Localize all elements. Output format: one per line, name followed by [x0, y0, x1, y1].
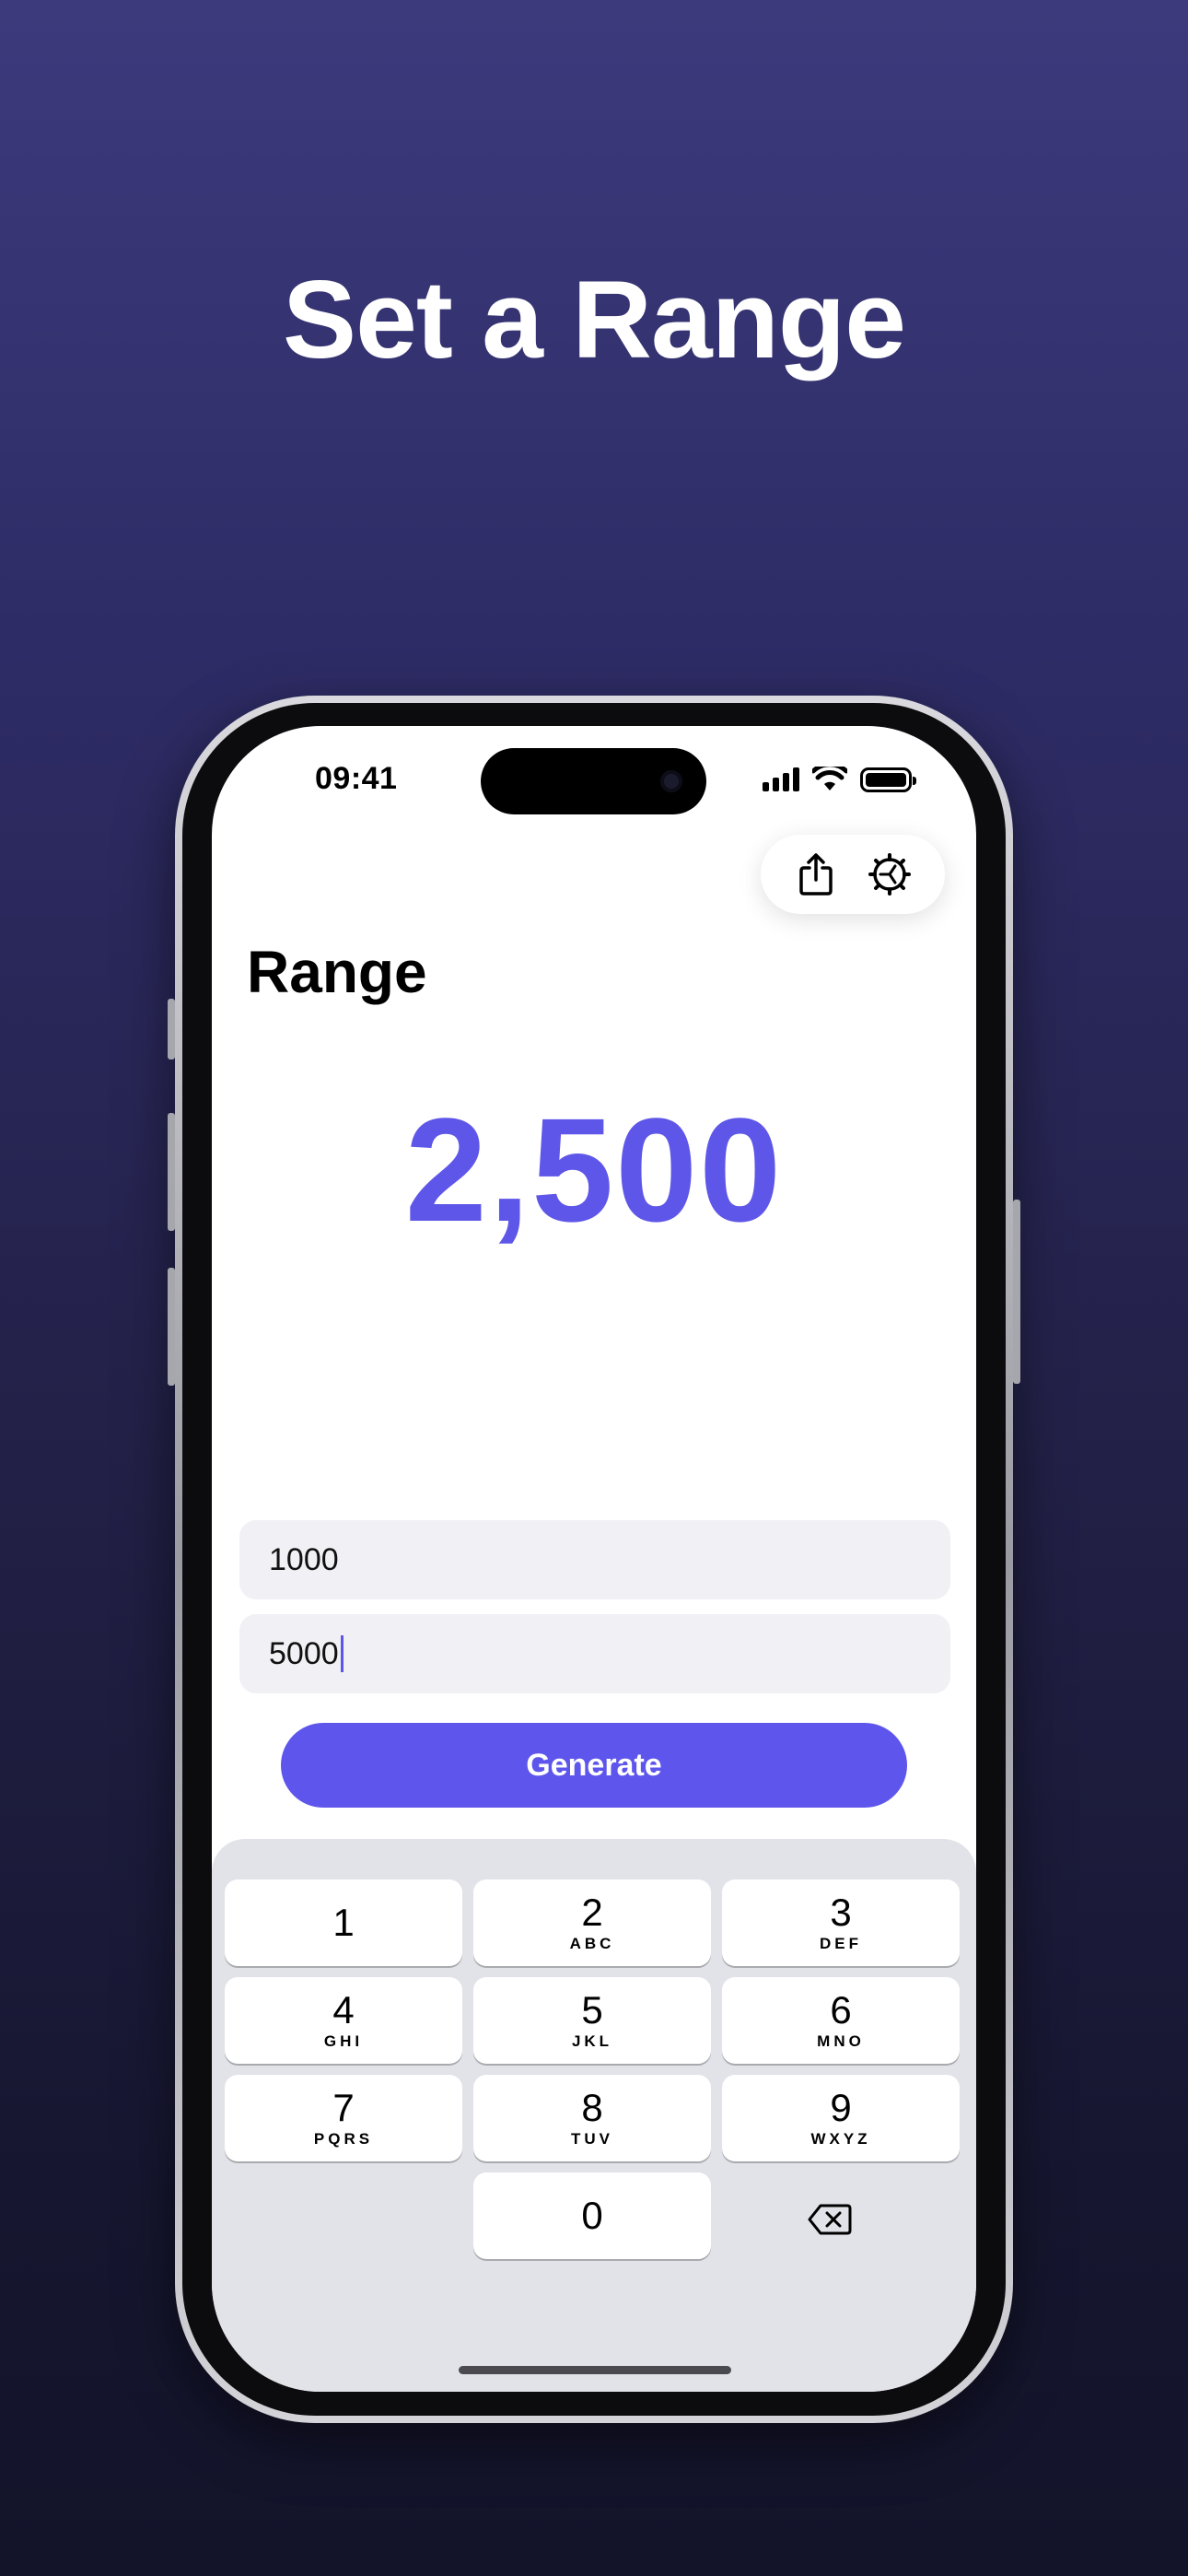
key-digit: 0: [581, 2194, 603, 2237]
key-3[interactable]: 3 DEF: [722, 1879, 960, 1966]
status-icons: [763, 767, 916, 792]
delete-key[interactable]: [779, 2176, 880, 2263]
home-indicator: [459, 2366, 731, 2374]
settings-button[interactable]: [864, 849, 915, 900]
max-value-field[interactable]: 5000: [239, 1614, 950, 1693]
generated-number: 2,500: [404, 1087, 784, 1252]
min-value-field[interactable]: 1000: [239, 1520, 950, 1599]
key-digit: 3: [830, 1891, 852, 1934]
key-digit: 9: [830, 2086, 852, 2129]
power-button: [1013, 1200, 1020, 1384]
page-title: Range: [247, 939, 427, 1005]
key-0[interactable]: 0: [473, 2172, 711, 2259]
key-2[interactable]: 2 ABC: [473, 1879, 711, 1966]
key-letters: MNO: [817, 2032, 865, 2050]
key-digit: 5: [581, 1988, 603, 2032]
backspace-icon: [808, 2204, 852, 2235]
key-digit: 4: [332, 1988, 355, 2032]
min-value-text: 1000: [269, 1541, 339, 1577]
status-time: 09:41: [315, 761, 398, 796]
wifi-icon: [812, 767, 847, 790]
key-letters: ABC: [569, 1935, 615, 1952]
share-icon: [799, 853, 833, 896]
share-button[interactable]: [790, 849, 842, 900]
headline: Set a Range: [283, 258, 906, 381]
phone-screen: 09:41 Range 2,500 1000 5000 Generate 1 2…: [212, 726, 976, 2392]
dynamic-island: [481, 748, 706, 814]
key-letters: WXYZ: [810, 2130, 871, 2148]
key-letters: PQRS: [313, 2130, 374, 2148]
key-9[interactable]: 9 WXYZ: [722, 2075, 960, 2161]
key-digit: 6: [830, 1988, 852, 2032]
key-4[interactable]: 4 GHI: [225, 1977, 462, 2064]
key-7[interactable]: 7 PQRS: [225, 2075, 462, 2161]
key-8[interactable]: 8 TUV: [473, 2075, 711, 2161]
key-digit: 2: [581, 1891, 603, 1934]
toolbar: [761, 835, 945, 914]
key-5[interactable]: 5 JKL: [473, 1977, 711, 2064]
key-letters: GHI: [323, 2032, 364, 2050]
numeric-keypad: 1 2 ABC 3 DEF 4 GHI 5 JKL 6 MNO 7 PQRS 8…: [212, 1839, 976, 2392]
action-button: [168, 999, 175, 1060]
generate-button-label: Generate: [526, 1747, 662, 1783]
max-value-text: 5000: [269, 1635, 339, 1671]
key-digit: 1: [332, 1901, 355, 1944]
volume-up-button: [168, 1113, 175, 1231]
volume-down-button: [168, 1268, 175, 1386]
battery-icon: [860, 767, 916, 792]
text-cursor: [340, 1635, 344, 1672]
key-letters: JKL: [571, 2032, 613, 2050]
key-digit: 7: [332, 2086, 355, 2129]
cellular-signal-icon: [763, 767, 799, 791]
key-letters: TUV: [571, 2130, 613, 2148]
key-1[interactable]: 1: [225, 1879, 462, 1966]
gear-icon: [868, 853, 911, 896]
key-letters: DEF: [820, 1935, 862, 1952]
key-digit: 8: [581, 2086, 603, 2129]
key-6[interactable]: 6 MNO: [722, 1977, 960, 2064]
generate-button[interactable]: Generate: [281, 1723, 907, 1808]
